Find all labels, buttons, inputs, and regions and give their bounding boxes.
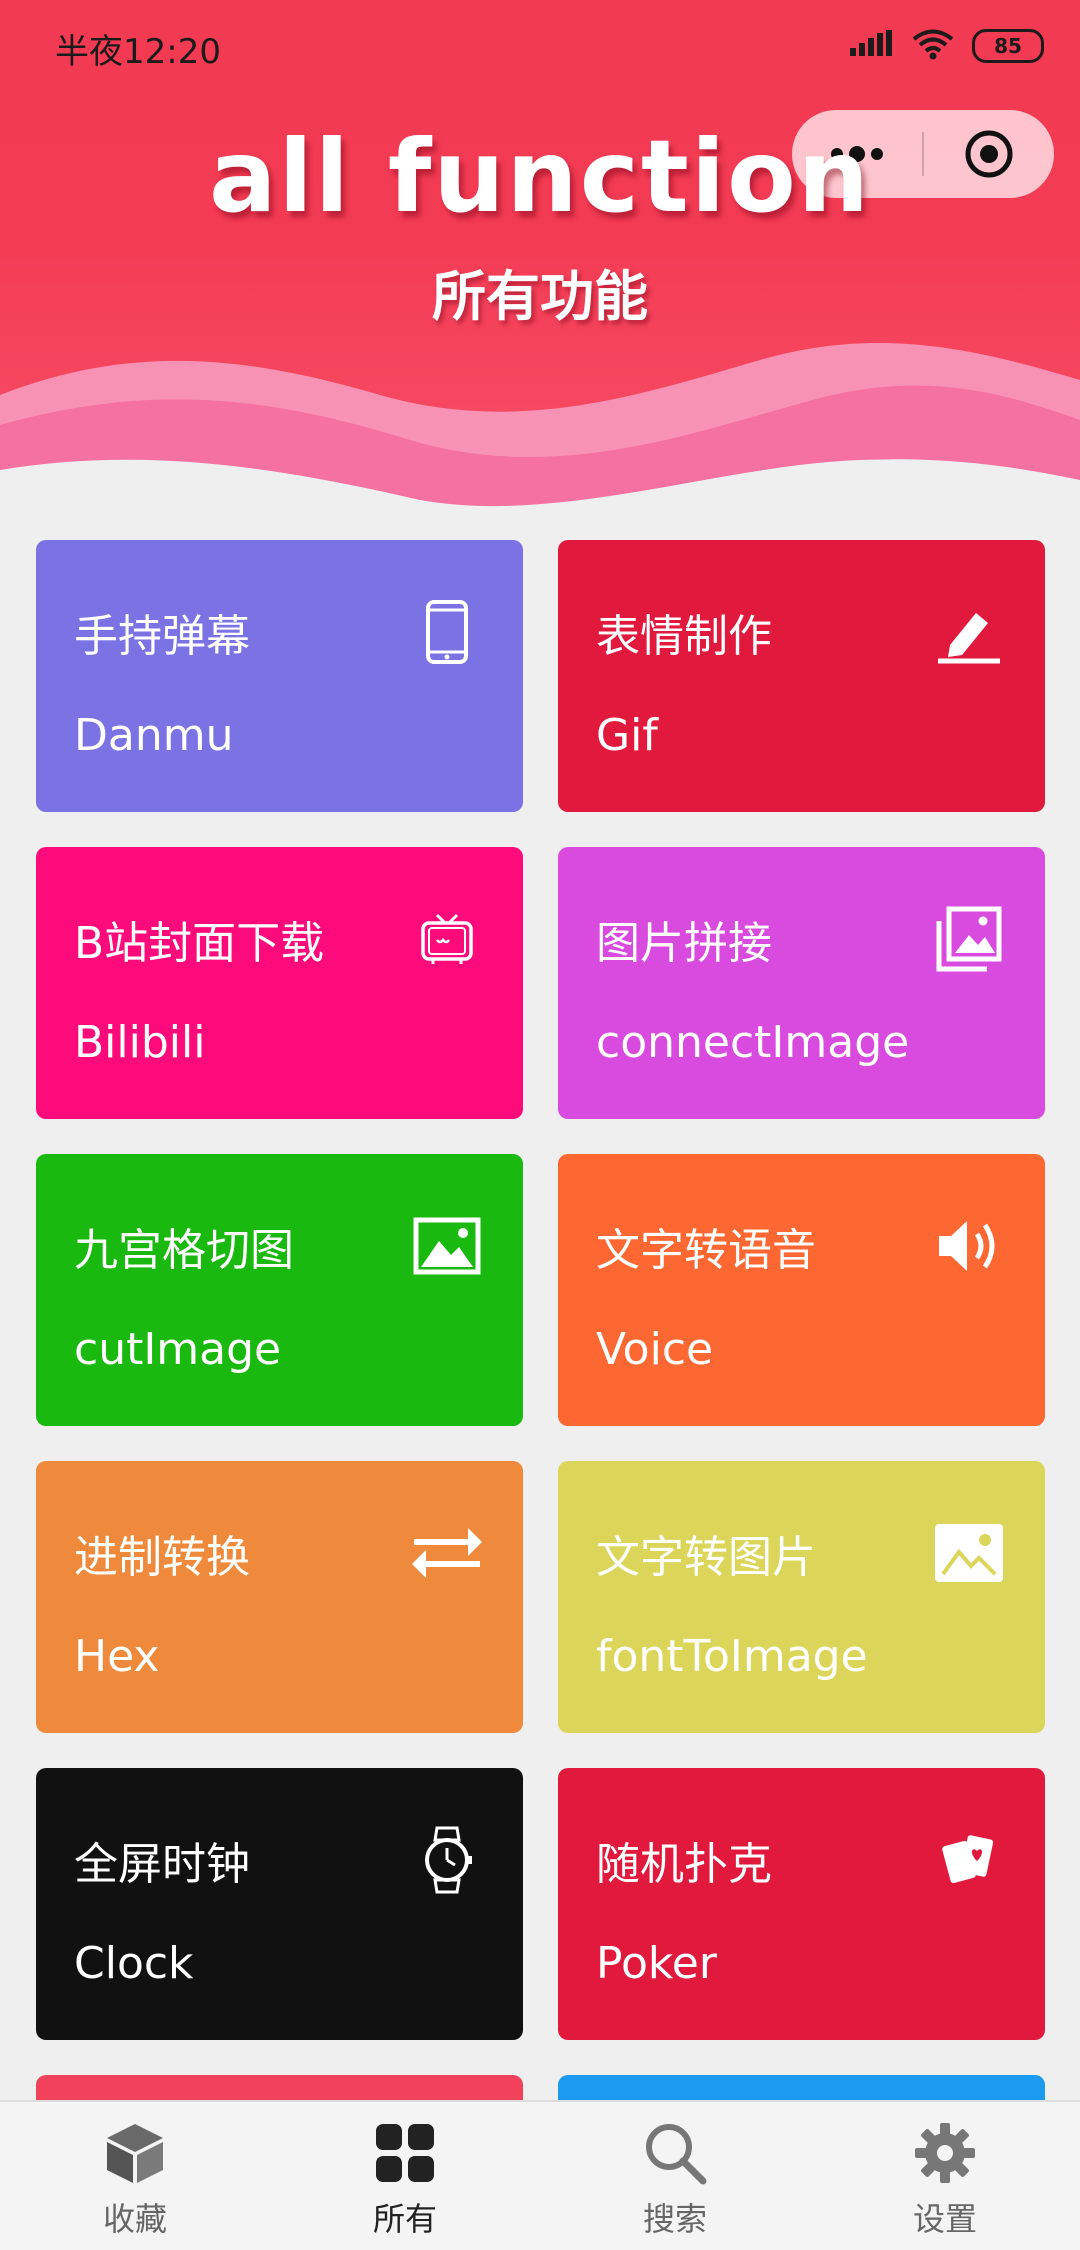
- card-subtitle: Clock: [74, 1938, 194, 1989]
- card-gif[interactable]: 表情制作 Gif: [558, 540, 1045, 812]
- card-bilibili[interactable]: B站封面下载 Bilibili: [36, 847, 523, 1119]
- search-icon: [540, 2118, 810, 2188]
- card-title: 九宫格切图: [74, 1225, 294, 1276]
- card-title: B站封面下载: [74, 918, 325, 969]
- function-grid: 手持弹幕 Danmu 表情制作 Gif B站封面下载 Bilibili 图片拼接…: [36, 540, 1045, 2100]
- card-voice[interactable]: 文字转语音 Voice: [558, 1154, 1045, 1426]
- card-font-to-image[interactable]: 文字转图片 fontToImage: [558, 1461, 1045, 1733]
- card-hex[interactable]: 进制转换 Hex: [36, 1461, 523, 1733]
- grid-icon: [270, 2118, 540, 2188]
- card-partial-right[interactable]: [558, 2075, 1045, 2100]
- card-poker[interactable]: 随机扑克 Poker: [558, 1768, 1045, 2040]
- card-subtitle: cutImage: [74, 1324, 282, 1375]
- wifi-icon: [912, 28, 954, 64]
- card-clock[interactable]: 全屏时钟 Clock: [36, 1768, 523, 2040]
- status-bar: 半夜12:20 85: [0, 0, 1080, 96]
- card-subtitle: connectImage: [596, 1017, 910, 1068]
- tab-settings[interactable]: 设置: [810, 2102, 1080, 2250]
- watch-icon: [407, 1820, 487, 1900]
- swap-icon: [407, 1513, 487, 1593]
- speaker-icon: [929, 1206, 1009, 1286]
- tab-label: 设置: [912, 2200, 977, 2238]
- tab-favorites[interactable]: 收藏: [0, 2102, 270, 2250]
- page-subtitle: 所有功能: [432, 265, 648, 328]
- card-title: 图片拼接: [596, 918, 772, 969]
- status-icons: 85: [850, 28, 1044, 64]
- tab-label: 收藏: [102, 2200, 167, 2238]
- tab-label: 所有: [372, 2200, 437, 2238]
- tab-label: 搜索: [642, 2200, 707, 2238]
- signal-icon: [850, 30, 894, 62]
- card-title: 手持弹幕: [74, 611, 250, 662]
- card-subtitle: Gif: [596, 710, 658, 761]
- tv-icon: [407, 899, 487, 979]
- battery-indicator: 85: [972, 29, 1044, 63]
- card-danmu[interactable]: 手持弹幕 Danmu: [36, 540, 523, 812]
- tab-search[interactable]: 搜索: [540, 2102, 810, 2250]
- card-title: 表情制作: [596, 611, 772, 662]
- card-subtitle: Bilibili: [74, 1017, 206, 1068]
- card-connect-image[interactable]: 图片拼接 connectImage: [558, 847, 1045, 1119]
- page-title: all function: [209, 118, 871, 235]
- card-subtitle: Danmu: [74, 710, 234, 761]
- card-title: 随机扑克: [596, 1839, 772, 1890]
- card-subtitle: Poker: [596, 1938, 717, 1989]
- cards-icon: [929, 1820, 1009, 1900]
- card-subtitle: Voice: [596, 1324, 714, 1375]
- card-partial-left[interactable]: [36, 2075, 523, 2100]
- tab-bar: 收藏 所有 搜索 设置: [0, 2100, 1080, 2250]
- edit-icon: [929, 592, 1009, 672]
- card-subtitle: fontToImage: [596, 1631, 868, 1682]
- gear-icon: [810, 2118, 1080, 2188]
- status-time: 半夜12:20: [55, 32, 221, 72]
- card-title: 进制转换: [74, 1532, 250, 1583]
- tab-all[interactable]: 所有: [270, 2102, 540, 2250]
- phone-icon: [407, 592, 487, 672]
- picture-icon: [929, 1513, 1009, 1593]
- images-icon: [929, 899, 1009, 979]
- cube-icon: [0, 2118, 270, 2188]
- card-subtitle: Hex: [74, 1631, 160, 1682]
- card-title: 文字转语音: [596, 1225, 816, 1276]
- card-title: 文字转图片: [596, 1532, 816, 1583]
- card-cut-image[interactable]: 九宫格切图 cutImage: [36, 1154, 523, 1426]
- image-icon: [407, 1206, 487, 1286]
- card-title: 全屏时钟: [74, 1839, 250, 1890]
